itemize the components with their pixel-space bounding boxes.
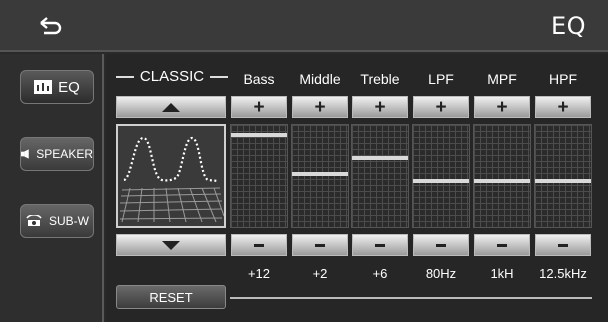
- band-label-middle: Middle: [299, 71, 341, 87]
- eq-main-panel: CLASSIC Bass Middle Treble LPF MPF HPF +…: [106, 54, 608, 322]
- top-bar: EQ: [0, 0, 608, 52]
- bass-minus-button[interactable]: [231, 234, 287, 256]
- treble-slider[interactable]: [351, 124, 409, 228]
- minus-icon: [375, 243, 385, 247]
- sidebar-item-label: SPEAKER: [36, 147, 93, 161]
- treble-value: +6: [372, 266, 388, 281]
- middle-value: +2: [312, 266, 328, 281]
- hpf-level-marker[interactable]: [535, 179, 591, 183]
- classic-wave-illustration: [119, 136, 224, 223]
- hpf-plus-button[interactable]: +: [535, 96, 591, 118]
- plus-icon: +: [314, 96, 326, 118]
- preset-down-button[interactable]: [116, 234, 226, 256]
- sidebar-item-sub-w[interactable]: SUB-W: [20, 204, 94, 238]
- triangle-up-icon: [162, 102, 180, 112]
- plus-icon: +: [435, 96, 447, 118]
- lpf-slider[interactable]: [412, 124, 470, 228]
- sidebar: EQ SPEAKER SUB-W: [0, 54, 104, 322]
- plus-icon: +: [374, 96, 386, 118]
- subwoofer-icon: [26, 215, 42, 226]
- treble-level-marker[interactable]: [352, 156, 408, 160]
- preset-name-text: CLASSIC: [139, 68, 205, 85]
- band-label-treble: Treble: [360, 71, 400, 87]
- lpf-minus-button[interactable]: [413, 234, 469, 256]
- preset-preview-image: [116, 124, 226, 228]
- sidebar-item-label: EQ: [58, 78, 80, 96]
- preset-name: CLASSIC: [116, 68, 229, 85]
- band-label-lpf: LPF: [428, 71, 454, 87]
- sidebar-item-eq[interactable]: EQ: [20, 70, 94, 104]
- bass-level-marker[interactable]: [231, 133, 287, 137]
- plus-icon: +: [557, 96, 569, 118]
- hpf-slider[interactable]: [534, 124, 592, 228]
- treble-minus-button[interactable]: [352, 234, 408, 256]
- lpf-level-marker[interactable]: [413, 179, 469, 183]
- middle-slider[interactable]: [291, 124, 349, 228]
- hpf-minus-button[interactable]: [535, 234, 591, 256]
- triangle-down-icon: [162, 240, 180, 250]
- mpf-value: 1kH: [490, 266, 514, 281]
- minus-icon: [254, 243, 264, 247]
- middle-plus-button[interactable]: +: [292, 96, 348, 118]
- divider: [210, 75, 229, 78]
- back-button[interactable]: [0, 0, 104, 52]
- equalizer-icon: [34, 80, 53, 94]
- plus-icon: +: [496, 96, 508, 118]
- divider: [230, 297, 592, 299]
- mpf-plus-button[interactable]: +: [474, 96, 530, 118]
- preset-up-button[interactable]: [116, 96, 226, 118]
- bass-slider[interactable]: [230, 124, 288, 228]
- minus-icon: [315, 243, 325, 247]
- lpf-value: 80Hz: [425, 266, 457, 281]
- minus-icon: [558, 243, 568, 247]
- mpf-minus-button[interactable]: [474, 234, 530, 256]
- page-title: EQ: [550, 12, 586, 40]
- speaker-icon: [21, 149, 29, 159]
- eq-screen: EQ EQ SPEAKER SUB-W CLASSIC Bass Middle …: [0, 0, 608, 322]
- middle-level-marker[interactable]: [292, 172, 348, 176]
- plus-icon: +: [253, 96, 265, 118]
- divider: [116, 75, 134, 78]
- reset-button[interactable]: RESET: [116, 285, 226, 309]
- bass-plus-button[interactable]: +: [231, 96, 287, 118]
- bass-value: +12: [247, 266, 271, 281]
- back-arrow-icon: [40, 17, 62, 35]
- lpf-plus-button[interactable]: +: [413, 96, 469, 118]
- mpf-level-marker[interactable]: [474, 179, 530, 183]
- band-label-hpf: HPF: [549, 71, 577, 87]
- minus-icon: [436, 243, 446, 247]
- band-label-mpf: MPF: [487, 71, 517, 87]
- sidebar-item-speaker[interactable]: SPEAKER: [20, 137, 94, 171]
- middle-minus-button[interactable]: [292, 234, 348, 256]
- sidebar-item-label: SUB-W: [49, 214, 89, 228]
- band-label-bass: Bass: [243, 71, 275, 87]
- treble-plus-button[interactable]: +: [352, 96, 408, 118]
- mpf-slider[interactable]: [473, 124, 531, 228]
- hpf-value: 12.5kHz: [539, 266, 587, 281]
- minus-icon: [497, 243, 507, 247]
